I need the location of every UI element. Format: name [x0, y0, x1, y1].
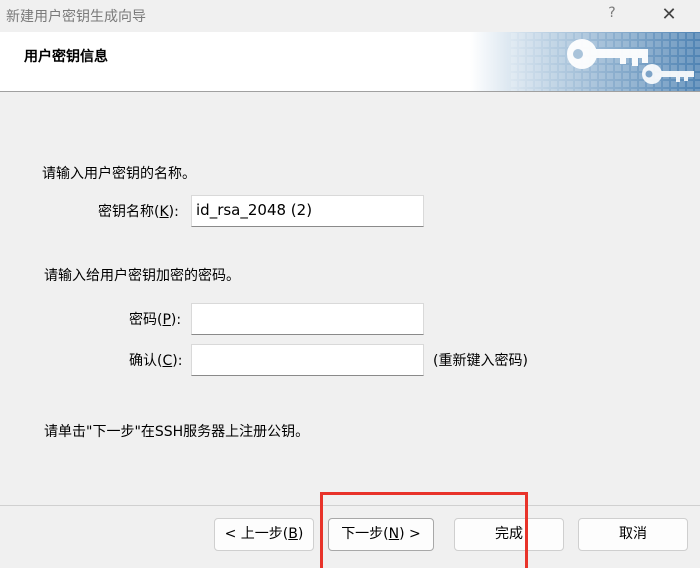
- password-prompt: 请输入给用户密钥加密的密码。: [44, 268, 240, 284]
- cancel-button[interactable]: 取消: [578, 518, 688, 551]
- highlight-annotation: [320, 492, 528, 568]
- help-button[interactable]: ?: [603, 5, 621, 25]
- key-banner-icon: [470, 32, 700, 91]
- key-name-label: 密钥名称(K):: [98, 204, 179, 220]
- back-button[interactable]: < 上一步(B): [214, 518, 314, 551]
- close-button[interactable]: ✕: [656, 2, 682, 28]
- register-note: 请单击"下一步"在SSH服务器上注册公钥。: [44, 424, 310, 440]
- confirm-password-field[interactable]: [191, 344, 424, 376]
- password-field[interactable]: [191, 303, 424, 335]
- page-title: 用户密钥信息: [24, 49, 108, 65]
- window-title: 新建用户密钥生成向导: [6, 9, 146, 25]
- title-bar: 新建用户密钥生成向导 ? ✕: [0, 0, 700, 32]
- key-name-prompt: 请输入用户密钥的名称。: [42, 166, 196, 182]
- key-name-field[interactable]: id_rsa_2048 (2): [191, 195, 424, 227]
- confirm-hint: (重新键入密码): [433, 353, 528, 369]
- wizard-header: 用户密钥信息: [0, 32, 700, 92]
- wizard-body: 请输入用户密钥的名称。 密钥名称(K): id_rsa_2048 (2) 请输入…: [0, 93, 700, 505]
- confirm-label: 确认(C):: [129, 353, 183, 369]
- password-label: 密码(P):: [129, 312, 182, 328]
